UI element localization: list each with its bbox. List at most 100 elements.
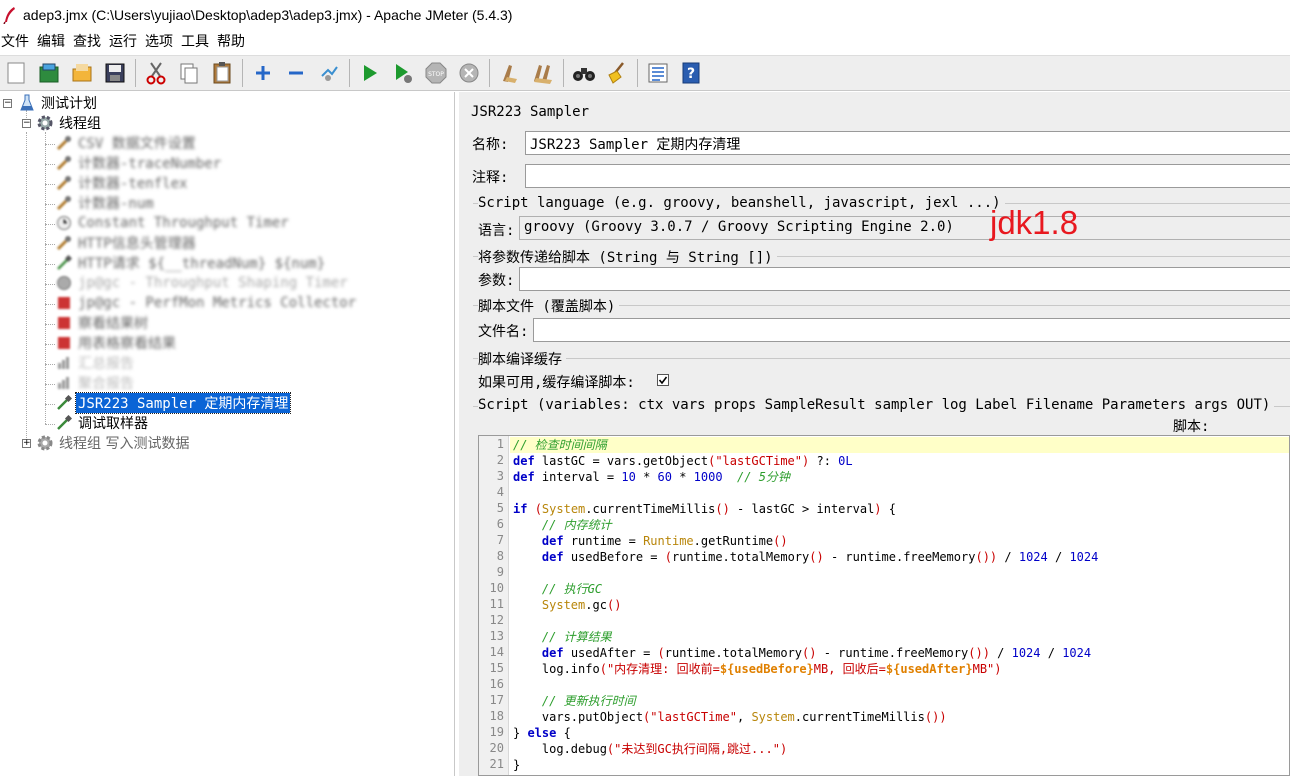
cache-checkbox[interactable] (657, 374, 669, 386)
language-select[interactable]: groovy (Groovy 3.0.7 / Groovy Scripting … (519, 216, 1290, 240)
line-number: 9 (496, 565, 504, 579)
menu-bar: 文件 编辑 查找 运行 选项 工具 帮助 (0, 30, 1290, 52)
tree-item-header-manager[interactable]: HTTP信息头管理器 (55, 233, 198, 253)
tree-item-shaping-timer[interactable]: jp@gc - Throughput Shaping Timer (55, 273, 350, 293)
tree-connector (45, 164, 55, 165)
toolbar-separator (349, 59, 350, 87)
chart-icon (55, 294, 73, 312)
open-button[interactable] (67, 58, 97, 88)
reset-search-button[interactable] (602, 58, 632, 88)
cache-group-title: 脚本编译缓存 (478, 349, 566, 369)
start-no-pause-button[interactable] (388, 58, 418, 88)
tree-item-counter[interactable]: 计数器-tenflex (55, 173, 189, 193)
tree-item-counter[interactable]: 计数器-traceNumber (55, 153, 223, 173)
expand-toggle[interactable]: + (22, 439, 31, 448)
panel-title: JSR223 Sampler (471, 104, 590, 120)
code-line: if (System.currentTimeMillis() - lastGC … (513, 502, 896, 516)
tree-item-perfmon[interactable]: jp@gc - PerfMon Metrics Collector (55, 293, 358, 313)
start-button[interactable] (355, 58, 385, 88)
parameters-field[interactable] (519, 267, 1290, 291)
jdk-version-annotation: jdk1.8 (990, 204, 1079, 241)
toolbar-separator (489, 59, 490, 87)
tree-item-jsr223-sampler[interactable]: JSR223 Sampler 定期内存清理 (55, 392, 292, 414)
current-line-highlight (510, 437, 1289, 453)
filename-field[interactable] (533, 318, 1290, 342)
language-label: 语言: (478, 223, 515, 239)
tree-item-results-tree[interactable]: 察看结果树 (55, 313, 150, 333)
pipette-icon (55, 254, 73, 272)
comment-field[interactable] (525, 164, 1290, 188)
menu-options[interactable]: 选项 (144, 31, 180, 51)
help-button[interactable]: ? (676, 58, 706, 88)
expand-icon (253, 63, 273, 83)
flask-icon (18, 94, 36, 112)
name-field[interactable]: JSR223 Sampler 定期内存清理 (525, 131, 1290, 155)
stop-icon: STOP (424, 61, 448, 85)
collapse-toggle[interactable]: − (22, 119, 31, 128)
line-number: 15 (489, 661, 504, 675)
line-number: 4 (496, 485, 504, 499)
line-number: 10 (489, 581, 504, 595)
line-number: 18 (489, 709, 504, 723)
new-button[interactable] (1, 58, 31, 88)
wrench-icon (55, 194, 73, 212)
tree-connector (45, 224, 55, 225)
tree-connector (26, 132, 27, 444)
shutdown-button[interactable] (454, 58, 484, 88)
tree-item-http-request[interactable]: HTTP请求 ${__threadNum} ${num} (55, 253, 327, 273)
code-line: log.info("内存清理: 回收前=${usedBefore}MB, 回收后… (513, 662, 1002, 676)
tree-item-debug-sampler[interactable]: 调试取样器 (55, 413, 150, 433)
collapse-button[interactable] (281, 58, 311, 88)
search-button[interactable] (569, 58, 599, 88)
save-button[interactable] (100, 58, 130, 88)
clear-all-icon (531, 61, 555, 85)
line-number: 17 (489, 693, 504, 707)
broom-icon (605, 61, 629, 85)
templates-button[interactable] (34, 58, 64, 88)
tree-item-timer[interactable]: Constant Throughput Timer (55, 213, 291, 233)
menu-search[interactable]: 查找 (72, 31, 108, 51)
test-plan-tree[interactable]: − 测试计划 − 线程组 CSV 数据文件设置 计数器-traceNumber … (0, 92, 455, 776)
tree-item-counter[interactable]: 计数器-num (55, 193, 156, 213)
tree-item-test-plan[interactable]: 测试计划 (18, 93, 99, 113)
expand-button[interactable] (248, 58, 278, 88)
wrench-icon (55, 154, 73, 172)
clear-button[interactable] (495, 58, 525, 88)
line-number: 21 (489, 757, 504, 771)
script-editor[interactable]: 1 2 3 4 5 6 7 8 9 10 11 12 13 14 15 16 17 18 19 20 21 // 检查时… (478, 435, 1290, 776)
menu-run[interactable]: 运行 (108, 31, 144, 51)
start-no-pause-icon (392, 62, 414, 84)
line-number: 16 (489, 677, 504, 691)
tree-item-aggregate-report[interactable]: 聚合报告 (55, 373, 136, 393)
pipette-icon (55, 394, 73, 412)
wrench-icon (55, 174, 73, 192)
toolbar-separator (135, 59, 136, 87)
tree-item-csv-config[interactable]: CSV 数据文件设置 (55, 133, 198, 153)
toolbar: STOP ? (0, 55, 1290, 91)
tree-connector (45, 144, 55, 145)
collapse-toggle[interactable]: − (3, 99, 12, 108)
code-line: vars.putObject("lastGCTime", System.curr… (513, 710, 947, 724)
tree-connector (45, 384, 55, 385)
code-line: def usedBefore = (runtime.totalMemory() … (541, 550, 1099, 564)
stop-button[interactable]: STOP (421, 58, 451, 88)
cut-button[interactable] (141, 58, 171, 88)
tree-connector (45, 132, 46, 424)
paste-button[interactable] (207, 58, 237, 88)
menu-tools[interactable]: 工具 (180, 31, 216, 51)
tree-item-summary-report[interactable]: 汇总报告 (55, 353, 136, 373)
toggle-button[interactable] (314, 58, 344, 88)
tree-item-thread-group-2[interactable]: 线程组 写入测试数据 (36, 433, 191, 453)
menu-help[interactable]: 帮助 (216, 31, 252, 51)
open-icon (70, 61, 94, 85)
tree-connector (45, 304, 55, 305)
clear-all-button[interactable] (528, 58, 558, 88)
function-helper-button[interactable] (643, 58, 673, 88)
tree-item-results-table[interactable]: 用表格察看结果 (55, 333, 178, 353)
menu-edit[interactable]: 编辑 (36, 31, 72, 51)
wrench-icon (55, 234, 73, 252)
menu-file[interactable]: 文件 (0, 31, 36, 51)
binoculars-icon (571, 62, 597, 84)
tree-item-thread-group[interactable]: 线程组 (36, 113, 103, 133)
copy-button[interactable] (174, 58, 204, 88)
